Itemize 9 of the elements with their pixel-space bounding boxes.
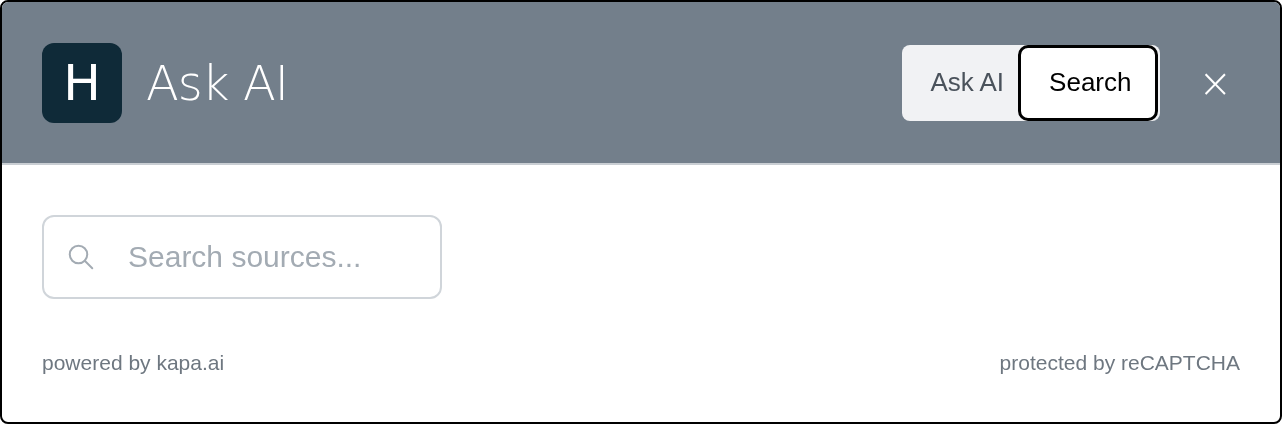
mode-tab[interactable]: Ask AI xyxy=(902,52,1019,113)
search-field[interactable]: Search sources... xyxy=(42,215,442,299)
dialog-title: Ask AI xyxy=(146,54,288,111)
powered-by-text: powered by kapa.ai xyxy=(42,351,225,375)
mode-tab[interactable]: Search xyxy=(1018,44,1159,121)
search-icon xyxy=(66,242,96,272)
recaptcha-text: protected by reCAPTCHA xyxy=(999,351,1240,375)
close-button[interactable]: × xyxy=(1190,59,1240,106)
logo: H xyxy=(42,42,122,123)
